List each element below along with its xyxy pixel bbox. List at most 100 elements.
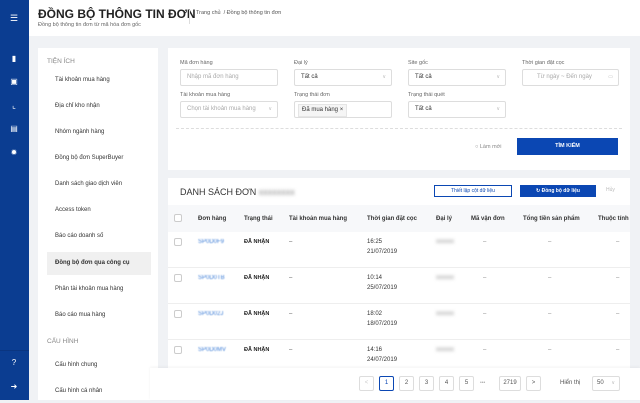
prev-page-button[interactable]: < xyxy=(359,376,374,391)
order-code-input[interactable]: Nhập mã đơn hàng xyxy=(180,69,278,86)
cell-tracking: – xyxy=(483,275,487,281)
breadcrumb-home[interactable]: Trang chủ xyxy=(196,10,221,16)
chevron-down-icon: ∨ xyxy=(496,74,500,80)
menu-item[interactable]: Báo cáo doanh số xyxy=(47,225,151,248)
cell-total: – xyxy=(548,347,552,353)
cell-total: – xyxy=(548,239,552,245)
chevron-down-icon: ∨ xyxy=(382,74,386,80)
menu-item[interactable]: Báo cáo mua hàng xyxy=(47,304,151,327)
cell-order[interactable]: SP0D0MV xyxy=(198,345,226,355)
help-icon[interactable]: ? xyxy=(9,358,19,368)
gear-icon[interactable]: ✹ xyxy=(9,148,19,158)
cell-date: 18/07/2019 xyxy=(367,321,398,327)
menu-item[interactable]: Tài khoản mua hàng xyxy=(47,69,151,92)
logout-icon[interactable]: ➜ xyxy=(9,382,19,392)
cell-attr: – xyxy=(616,347,620,353)
cancel-button[interactable]: Hủy xyxy=(606,187,615,193)
clipboard-icon[interactable]: ▮ xyxy=(9,54,19,64)
agent-select[interactable]: Tất cả ∨ xyxy=(294,69,392,86)
next-page-button[interactable]: > xyxy=(526,376,541,391)
cell-time: 16:25 xyxy=(367,239,383,245)
menu-item[interactable]: Access token xyxy=(47,199,151,222)
page-2[interactable]: 2 xyxy=(399,376,414,391)
order-list: DANH SÁCH ĐƠN xxxxxxxx Thiết lập cột dữ … xyxy=(168,178,630,400)
table-header: Đơn hàng Trạng thái Tài khoản mua hàng T… xyxy=(168,205,630,232)
chart-icon[interactable]: ⌞ xyxy=(9,101,19,111)
account-label: Tài khoản mua hàng xyxy=(180,92,231,98)
cell-time: 14:16 xyxy=(367,347,383,353)
order-status-select[interactable]: Đã mua hàng × xyxy=(294,101,392,118)
deposit-date-range[interactable]: Từ ngày ~ Đến ngày ▭ xyxy=(522,69,619,86)
cell-status: ĐÃ NHẬN xyxy=(244,275,270,281)
cell-attr: – xyxy=(616,275,620,281)
scan-status-value: Tất cả xyxy=(415,106,432,112)
page-3[interactable]: 3 xyxy=(419,376,434,391)
page-subtitle: Đồng bộ thông tin đơn từ mã hóa đơn gốc xyxy=(38,22,141,28)
menu-item-active[interactable]: Đồng bộ đơn qua công cụ xyxy=(47,252,151,275)
cell-date: 24/07/2019 xyxy=(367,357,398,363)
sync-button[interactable]: ↻ Đồng bộ dữ liệu xyxy=(520,185,596,197)
table-row[interactable]: SP0D02J ĐÃ NHẬN – 18:02 xxxxxx – – – 18/07/2019 xyxy=(168,304,630,340)
select-all-checkbox[interactable] xyxy=(174,214,182,222)
settings-menu: TIỆN ÍCH Tài khoản mua hàng Địa chỉ kho … xyxy=(38,48,158,400)
menu-item[interactable]: Danh sách giao dịch viên xyxy=(47,173,151,196)
table-row[interactable]: SP0D0F9 ĐÃ NHẬN – 16:25 xxxxxx – – – 21/07/2019 xyxy=(168,232,630,268)
table-icon[interactable]: ▤ xyxy=(9,124,19,134)
cell-order[interactable]: SP0D0TB xyxy=(198,273,225,283)
row-checkbox[interactable] xyxy=(174,274,182,282)
cell-order[interactable]: SP0D02J xyxy=(198,309,223,319)
menu-item[interactable]: Đồng bộ đơn SuperBuyer xyxy=(47,147,151,170)
cell-status: ĐÃ NHẬN xyxy=(244,347,270,353)
page-size-select[interactable]: 50 ∨ xyxy=(592,376,620,391)
row-checkbox[interactable] xyxy=(174,238,182,246)
filter-panel: Mã đơn hàng Nhập mã đơn hàng Đại lý Tất … xyxy=(168,48,630,170)
status-tag: Đã mua hàng × xyxy=(298,104,348,117)
cell-total: – xyxy=(548,311,552,317)
account-select[interactable]: Chọn tài khoản mua hàng ∨ xyxy=(180,101,278,118)
ellipsis[interactable]: ••• xyxy=(480,380,485,386)
col-order: Đơn hàng xyxy=(198,216,227,222)
to-date[interactable]: Đến ngày xyxy=(566,74,592,80)
menu-item[interactable]: Nhóm ngành hàng xyxy=(47,121,151,144)
last-page[interactable]: 2719 xyxy=(499,376,521,391)
blurred-count: xxxxxxxx xyxy=(258,187,295,197)
col-status: Trạng thái xyxy=(244,216,273,222)
col-deposit-time: Thời gian đặt cọc xyxy=(367,216,417,222)
cell-attr: – xyxy=(616,311,620,317)
agent-value: Tất cả xyxy=(301,74,318,80)
section-utilities: TIỆN ÍCH xyxy=(47,58,75,65)
sync-icon: ↻ xyxy=(536,188,541,194)
cell-account: – xyxy=(289,311,293,317)
menu-item[interactable]: Phân tài khoản mua hàng xyxy=(47,278,151,301)
app-nav: ☰ ▮ ▣ ⌞ ▤ ✹ ? ➜ xyxy=(0,0,29,400)
col-tracking: Mã vận đơn xyxy=(471,216,505,222)
search-button[interactable]: TÌM KIẾM xyxy=(517,138,618,155)
cell-tracking: – xyxy=(483,311,487,317)
menu-item[interactable]: Địa chỉ kho nhận xyxy=(47,95,151,118)
page-5[interactable]: 5 xyxy=(459,376,474,391)
scan-status-select[interactable]: Tất cả ∨ xyxy=(408,101,506,118)
reset-button[interactable]: ○ Làm mới xyxy=(475,144,502,150)
page-4[interactable]: 4 xyxy=(439,376,454,391)
site-label: Site gốc xyxy=(408,60,428,66)
close-icon[interactable]: × xyxy=(340,107,344,113)
from-date[interactable]: Từ ngày xyxy=(537,74,559,80)
cell-date: 25/07/2019 xyxy=(367,285,398,291)
table-row[interactable]: SP0D0TB ĐÃ NHẬN – 10:14 xxxxxx – – – 25/07/2019 xyxy=(168,268,630,304)
setup-columns-button[interactable]: Thiết lập cột dữ liệu xyxy=(434,185,512,197)
breadcrumb-current: / Đồng bộ thông tin đơn xyxy=(223,10,282,16)
row-checkbox[interactable] xyxy=(174,310,182,318)
pagination: < 1 2 3 4 5 ••• 2719 > Hiển thị 50 ∨ xyxy=(150,368,640,400)
cell-date: 21/07/2019 xyxy=(367,249,398,255)
menu-item[interactable]: Cấu hình chung xyxy=(47,354,151,377)
cell-order[interactable]: SP0D0F9 xyxy=(198,237,224,247)
col-agent: Đại lý xyxy=(436,216,453,222)
cell-tracking: – xyxy=(483,347,487,353)
cell-account: – xyxy=(289,239,293,245)
scan-status-label: Trạng thái quét xyxy=(408,92,445,98)
site-select[interactable]: Tất cả ∨ xyxy=(408,69,506,86)
menu-icon[interactable]: ☰ xyxy=(9,13,19,23)
image-icon[interactable]: ▣ xyxy=(9,77,19,87)
row-checkbox[interactable] xyxy=(174,346,182,354)
page-1[interactable]: 1 xyxy=(379,376,394,391)
